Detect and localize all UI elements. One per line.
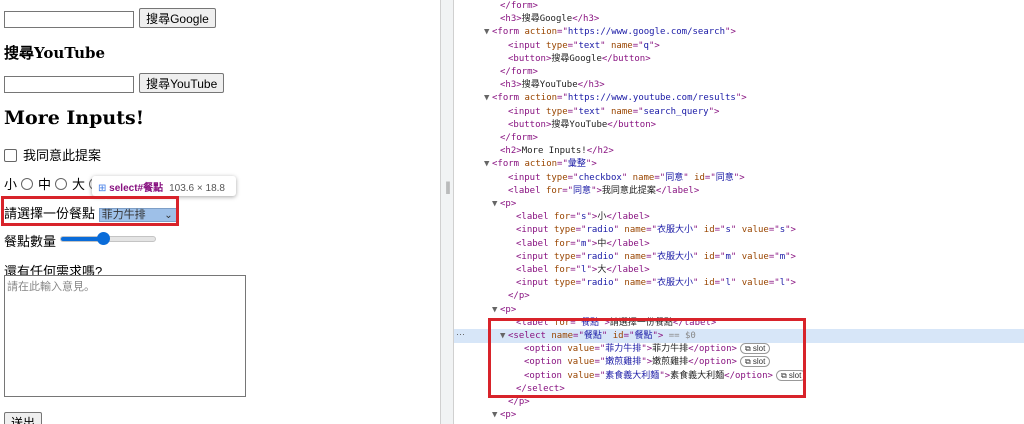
rendered-page: 搜尋Google 搜尋YouTube 搜尋YouTube More Inputs… bbox=[0, 0, 440, 424]
size-large-label: 大 bbox=[72, 177, 86, 192]
dom-line[interactable]: <input type="text" name="q"> bbox=[508, 40, 660, 53]
dom-line[interactable]: <input type="radio" name="衣服大小" id="l" v… bbox=[516, 277, 796, 290]
dom-line[interactable]: <button>搜尋YouTube</button> bbox=[508, 119, 656, 132]
tooltip-dims: 103.6 × 18.8 bbox=[169, 183, 225, 194]
needs-textarea[interactable] bbox=[4, 275, 246, 397]
size-medium-radio[interactable] bbox=[55, 178, 68, 190]
size-medium-label: 中 bbox=[38, 177, 52, 192]
dom-line[interactable]: <label for="s">小</label> bbox=[516, 211, 650, 224]
dom-line[interactable]: <input type="radio" name="衣服大小" id="m" v… bbox=[516, 251, 796, 264]
dom-line[interactable]: <h2>More Inputs!</h2> bbox=[500, 145, 614, 158]
size-small-radio[interactable] bbox=[21, 178, 34, 190]
dom-line[interactable]: <h3>搜尋Google</h3> bbox=[500, 13, 599, 26]
dom-line[interactable]: ▼ <p> bbox=[492, 198, 516, 211]
expand-triangle-icon[interactable]: ▼ bbox=[492, 198, 500, 211]
google-search-button[interactable]: 搜尋Google bbox=[139, 8, 216, 28]
tooltip-selector: select#餐點 bbox=[109, 183, 164, 194]
dom-line[interactable]: <button>搜尋Google</button> bbox=[508, 53, 651, 66]
dom-line[interactable]: <h3>搜尋YouTube</h3> bbox=[500, 79, 605, 92]
panel-resize-divider[interactable]: ‖ bbox=[440, 0, 454, 424]
size-row: 小中大 bbox=[4, 174, 106, 193]
google-search-input[interactable] bbox=[4, 10, 134, 28]
devtools-elements-panel: ··· </form> <h3>搜尋Google</h3> ▼ <form actio… bbox=[454, 0, 1024, 424]
more-options-icon[interactable]: ··· bbox=[456, 329, 465, 339]
dom-line[interactable]: <input type="checkbox" name="同意" id="同意"… bbox=[508, 172, 745, 185]
quantity-slider[interactable] bbox=[60, 232, 156, 245]
meal-highlight-box bbox=[1, 196, 179, 226]
select-code-highlight-box bbox=[488, 318, 806, 398]
google-search-row: 搜尋Google bbox=[4, 8, 216, 28]
dom-line[interactable]: ▼ <form action="彙整"> bbox=[484, 158, 597, 171]
youtube-search-button[interactable]: 搜尋YouTube bbox=[139, 73, 225, 93]
dom-line[interactable]: <label for="m">中</label> bbox=[516, 238, 650, 251]
dom-line[interactable]: </form> bbox=[500, 66, 538, 79]
quantity-label: 餐點數量 bbox=[4, 234, 57, 249]
dom-line[interactable]: ▼ <form action="https://www.google.com/se… bbox=[484, 26, 736, 39]
element-icon: ⊞ bbox=[98, 183, 107, 194]
expand-triangle-icon[interactable]: ▼ bbox=[484, 26, 492, 39]
agree-row: 我同意此提案 bbox=[4, 145, 101, 164]
dom-line[interactable]: <input type="radio" name="衣服大小" id="s" v… bbox=[516, 224, 796, 237]
drag-handle-icon[interactable]: ‖ bbox=[445, 180, 451, 194]
dom-line[interactable]: ▼ <form action="https://www.youtube.com/r… bbox=[484, 92, 747, 105]
youtube-heading: 搜尋YouTube bbox=[4, 44, 106, 62]
submit-button[interactable]: 送出 bbox=[4, 412, 43, 424]
youtube-search-input[interactable] bbox=[4, 75, 134, 93]
dom-line[interactable]: </form> bbox=[500, 132, 538, 145]
dom-line[interactable]: ▼ <p> bbox=[492, 409, 516, 422]
expand-triangle-icon[interactable]: ▼ bbox=[484, 158, 492, 171]
dom-line[interactable]: </p> bbox=[508, 290, 530, 303]
dom-line[interactable]: <label for="同意">我同意此提案</label> bbox=[508, 185, 699, 198]
expand-triangle-icon[interactable]: ▼ bbox=[492, 409, 500, 422]
expand-triangle-icon[interactable]: ▼ bbox=[484, 92, 492, 105]
agree-checkbox[interactable] bbox=[4, 149, 17, 162]
quantity-row: 餐點數量 bbox=[4, 231, 56, 250]
expand-triangle-icon[interactable]: ▼ bbox=[492, 304, 500, 317]
agree-label: 我同意此提案 bbox=[23, 148, 102, 163]
dom-line[interactable]: </form> bbox=[500, 0, 538, 13]
youtube-search-row: 搜尋YouTube bbox=[4, 73, 225, 93]
dom-line[interactable]: <label for="l">大</label> bbox=[516, 264, 650, 277]
size-small-label: 小 bbox=[4, 177, 18, 192]
dom-line[interactable]: <input type="text" name="search_query"> bbox=[508, 106, 719, 119]
more-inputs-heading: More Inputs! bbox=[4, 107, 145, 129]
dom-line[interactable]: ▼ <p> bbox=[492, 304, 516, 317]
quantity-slider-thumb[interactable] bbox=[97, 232, 111, 245]
element-inspect-tooltip: ⊞ select#餐點 103.6 × 18.8 bbox=[92, 176, 236, 196]
